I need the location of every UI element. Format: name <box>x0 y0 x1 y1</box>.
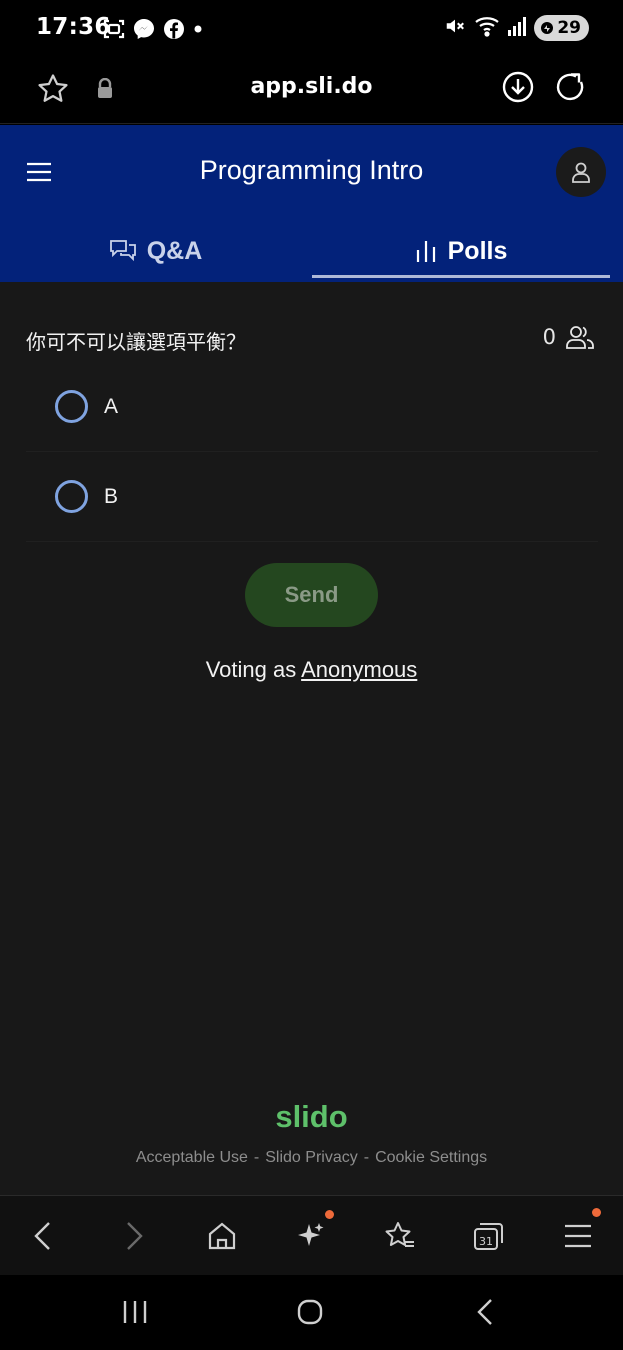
battery-level: 29 <box>557 18 581 38</box>
forward-button[interactable] <box>114 1216 154 1256</box>
notification-dot <box>325 1210 334 1219</box>
recent-apps-icon <box>123 1301 147 1323</box>
bookmarks-button[interactable] <box>380 1216 420 1256</box>
svg-text:31: 31 <box>479 1235 493 1248</box>
download-button[interactable] <box>501 70 535 108</box>
radio-button[interactable] <box>55 480 88 513</box>
back-button[interactable] <box>23 1216 63 1256</box>
reload-icon[interactable] <box>554 70 588 108</box>
sparkle-icon <box>298 1223 324 1246</box>
wifi-icon <box>474 15 500 41</box>
android-nav-bar <box>0 1275 623 1350</box>
tab-polls[interactable]: Polls <box>311 225 610 277</box>
status-time: 17:36 <box>36 14 111 40</box>
messenger-icon <box>132 17 156 45</box>
separator: - <box>363 1149 370 1166</box>
poll-content: 你可不可以讓選項平衡？ 0 A B Send Voting as Anonymo… <box>0 282 623 1195</box>
user-icon <box>572 162 590 183</box>
slido-privacy-link[interactable]: Slido Privacy <box>265 1149 357 1166</box>
chevron-right-icon <box>127 1222 143 1250</box>
event-title: Programming Intro <box>199 155 424 185</box>
tabs-icon: 31 <box>474 1223 503 1250</box>
tab-polls-label: Polls <box>447 236 508 265</box>
acceptable-use-link[interactable]: Acceptable Use <box>136 1149 248 1166</box>
recent-apps-button[interactable] <box>115 1295 155 1329</box>
home-nav-icon <box>297 1299 323 1325</box>
browser-url-bar: app.sli.do <box>0 58 623 124</box>
home-nav-button[interactable] <box>290 1295 330 1329</box>
poll-options: A B <box>26 362 598 542</box>
status-bar: 17:36 29 <box>0 0 623 58</box>
menu-button[interactable] <box>558 1208 601 1256</box>
back-nav-icon <box>477 1299 492 1325</box>
signal-icon <box>508 16 527 40</box>
home-icon <box>208 1222 236 1250</box>
screenshot-icon <box>102 17 126 45</box>
chat-bubbles-icon <box>109 240 136 262</box>
voter-count-value: 0 <box>542 325 556 349</box>
bookmarks-star-icon <box>385 1222 414 1247</box>
separator: - <box>253 1149 260 1166</box>
chevron-left-icon <box>34 1222 50 1250</box>
facebook-icon <box>162 17 186 45</box>
status-right-icons: 29 <box>444 15 589 41</box>
mute-icon <box>444 15 466 41</box>
back-nav-button[interactable] <box>465 1295 505 1329</box>
voting-as-prefix: Voting as <box>205 657 297 682</box>
notification-dot <box>592 1208 601 1217</box>
voter-count: 0 <box>543 324 595 350</box>
tab-qa-label: Q&A <box>146 236 203 265</box>
voting-as-text: Voting as Anonymous <box>0 657 623 683</box>
app-header: Programming Intro Q&A Polls <box>0 125 623 282</box>
active-tab-indicator <box>312 275 610 278</box>
dot-icon <box>192 17 204 45</box>
poll-question: 你可不可以讓選項平衡？ <box>26 330 246 354</box>
option-label: B <box>104 484 119 508</box>
battery-saver-icon <box>541 22 554 34</box>
anonymous-link[interactable]: Anonymous <box>301 657 417 682</box>
send-button[interactable]: Send <box>245 563 378 627</box>
cookie-settings-link[interactable]: Cookie Settings <box>375 1149 487 1166</box>
option-label: A <box>104 394 119 418</box>
ai-assistant-button[interactable] <box>291 1210 334 1256</box>
tabs-button[interactable]: 31 <box>469 1216 509 1256</box>
avatar-button[interactable] <box>556 147 606 197</box>
home-button[interactable] <box>202 1216 242 1256</box>
tab-qa[interactable]: Q&A <box>0 225 311 277</box>
battery-indicator: 29 <box>534 15 589 41</box>
radio-button[interactable] <box>55 390 88 423</box>
menu-icon <box>565 1224 591 1248</box>
people-icon <box>566 326 594 349</box>
slido-logo: slido <box>275 1099 348 1134</box>
poll-option-b[interactable]: B <box>26 452 598 542</box>
browser-toolbar: 31 <box>0 1195 623 1275</box>
poll-option-a[interactable]: A <box>26 362 598 452</box>
status-left-icons <box>102 17 204 45</box>
bar-chart-icon <box>416 241 435 262</box>
footer-links: Acceptable Use - Slido Privacy - Cookie Sett… <box>0 1149 623 1167</box>
